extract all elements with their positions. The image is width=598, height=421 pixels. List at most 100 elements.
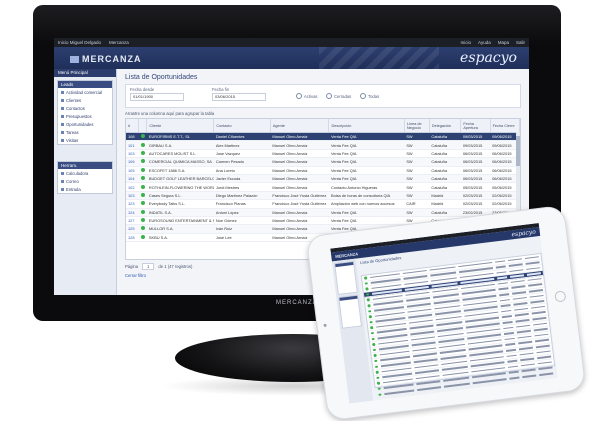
table-row[interactable]: 106 COMERCIAL QUIMICA MASSO, SA Carmen Pes… xyxy=(126,157,520,167)
table-cell: Ana Loreto xyxy=(213,166,271,175)
table-cell: 106 xyxy=(126,157,139,167)
radio-todas[interactable]: Todas xyxy=(360,93,379,99)
sidebar-item[interactable]: Calculadora xyxy=(58,169,112,177)
table-cell: Venta Fee QIA xyxy=(328,149,405,159)
status-dot-icon xyxy=(140,134,145,139)
cell-placeholder xyxy=(533,328,548,332)
cell-placeholder xyxy=(509,274,524,278)
sidebar-item[interactable]: Presupuestos xyxy=(58,112,112,120)
column-header[interactable]: Agente xyxy=(270,119,330,133)
os-mapa-link[interactable]: Mapa xyxy=(498,40,509,45)
status-cell xyxy=(138,182,147,192)
table-cell: Carmen Pesado xyxy=(213,157,271,167)
table-row[interactable]: 102 ROTHLEIN-FLOWERING THE WORLD S.L.Jord… xyxy=(126,182,520,192)
radio-cerradas[interactable]: Cerradas xyxy=(326,93,351,99)
table-row[interactable]: 123 Everybody Talks S.L. Francisco Planas F… xyxy=(126,199,520,209)
table-cell: 09/03/2015 xyxy=(460,140,491,150)
column-header[interactable]: # xyxy=(126,119,140,133)
cell-placeholder xyxy=(383,389,414,395)
panel-title: Leads xyxy=(58,81,112,88)
cell-placeholder xyxy=(531,316,546,321)
table-cell: Manuel Olmo Arnaiz xyxy=(270,208,329,217)
table-cell: Manuel Olmo Arnaiz xyxy=(270,182,329,192)
column-header[interactable]: Descripción xyxy=(328,119,405,133)
sidebar-item[interactable]: Actividad comercial xyxy=(58,88,112,96)
cell-placeholder xyxy=(508,371,519,374)
os-ayuda-link[interactable]: Ayuda xyxy=(478,40,491,45)
sidebar-item[interactable]: Entrada xyxy=(58,185,112,193)
table-row[interactable]: 103 AUTOCARES MOLIST S.L. Jose Vazquez Manu… xyxy=(126,149,520,159)
table-cell: GIRBAU S.A. xyxy=(146,140,214,150)
status-cell xyxy=(138,233,147,243)
column-header[interactable] xyxy=(138,119,148,133)
cell-placeholder xyxy=(505,348,516,352)
table-cell: Madrid xyxy=(429,191,461,201)
table-row[interactable]: 108 EUROFIRMS E.T.T., SL Daniel Cifuentes M… xyxy=(126,132,520,142)
status-dot-icon xyxy=(364,282,368,285)
column-header[interactable]: Línea de Negocio xyxy=(404,119,430,133)
table-cell: Contacto Antonio Higueras xyxy=(328,182,405,192)
status-dot-icon xyxy=(374,365,378,369)
table-cell: 05/03/2015 xyxy=(460,182,491,192)
status-dot-icon xyxy=(368,315,372,319)
table-cell: 06/03/2015 xyxy=(460,174,491,184)
table-row[interactable]: 101 GIRBAU S.A. Alex Martinez Manuel Olmo A… xyxy=(126,140,520,150)
scroll-thumb[interactable] xyxy=(516,136,520,166)
cell-placeholder xyxy=(527,283,542,287)
item-icon xyxy=(61,130,64,134)
cell-placeholder xyxy=(530,305,545,310)
os-salir-link[interactable]: Salir xyxy=(516,40,525,45)
column-header[interactable]: Cliente xyxy=(146,119,215,133)
table-cell: MULLOR S.A. xyxy=(146,224,214,234)
table-cell: Javier Escoda xyxy=(213,174,271,184)
table-row[interactable]: 104 BUDGET GOLF LEATHER BARCELONA SAJavie… xyxy=(126,174,520,184)
table-cell: SKBU S.A. xyxy=(146,233,214,243)
sidebar-item[interactable]: Contactos xyxy=(58,104,112,112)
cell-placeholder xyxy=(504,337,515,341)
table-row[interactable]: 124 INDATIL S.A. Antoni López Manuel Olmo A… xyxy=(126,208,520,217)
page-title: Lista de Oportunidades xyxy=(125,74,198,81)
sidebar-item[interactable]: Visitas xyxy=(58,136,112,144)
column-header[interactable]: Fecha Cierre xyxy=(490,119,520,133)
cell-placeholder xyxy=(510,285,525,289)
cell-placeholder xyxy=(502,326,513,330)
radio-icon xyxy=(360,93,366,99)
date-to-field[interactable]: 03/06/2015 xyxy=(212,93,266,101)
table-row[interactable]: 103 Cases Segura S.L. Diego Martínez Palaz… xyxy=(126,191,520,201)
os-item[interactable]: Inicio Miguel Delgado xyxy=(58,40,101,45)
table-row[interactable]: 105 ESCOFET 1886 S.A. Ana Loreto Manuel Olm… xyxy=(126,166,520,175)
status-dot-icon xyxy=(140,142,145,147)
sidebar-item[interactable]: Clientes xyxy=(58,96,112,104)
sidebar-item[interactable]: Tareas xyxy=(58,128,112,136)
table-cell: 104 xyxy=(126,174,139,184)
sidebar-item[interactable]: Correo xyxy=(58,177,112,185)
cell-placeholder xyxy=(511,291,526,295)
table-cell: Venta Fee QIA xyxy=(328,157,405,167)
column-header[interactable]: Contacto xyxy=(213,119,271,133)
os-item[interactable]: Mercanza xyxy=(109,40,129,45)
item-icon xyxy=(61,106,64,110)
table-cell: 125 xyxy=(126,224,139,234)
os-inicio-link[interactable]: Inicio xyxy=(461,40,472,45)
status-dot-icon xyxy=(140,218,145,223)
radio-activas[interactable]: Activas xyxy=(296,93,318,99)
radio-icon xyxy=(296,93,302,99)
status-dot-icon xyxy=(374,359,377,363)
column-header[interactable]: Delegación xyxy=(429,119,462,133)
status-dot-icon xyxy=(140,184,145,189)
table-cell: Venta Fee QIA xyxy=(328,132,405,142)
column-header[interactable]: Fecha Apertura xyxy=(460,119,491,133)
status-dot-icon xyxy=(373,354,377,357)
date-from-field[interactable]: 01/01/1900 xyxy=(130,93,184,101)
grid-header: # Cliente Contacto Agente Descripción Línea d… xyxy=(126,119,520,133)
page-input[interactable]: 1 xyxy=(142,263,155,270)
sidebar-item[interactable]: Oportunidades xyxy=(58,120,112,128)
cell-placeholder xyxy=(495,271,507,274)
item-icon xyxy=(61,98,64,102)
table-cell: Jordi Mestres xyxy=(213,182,271,192)
table-cell: Francisco José Yusta Gutiérrez xyxy=(270,191,329,201)
tablet-camera xyxy=(323,323,327,327)
cell-placeholder xyxy=(535,350,551,354)
table-cell: Venta Fee QIA xyxy=(328,208,405,217)
table-cell: 102 xyxy=(126,182,139,192)
